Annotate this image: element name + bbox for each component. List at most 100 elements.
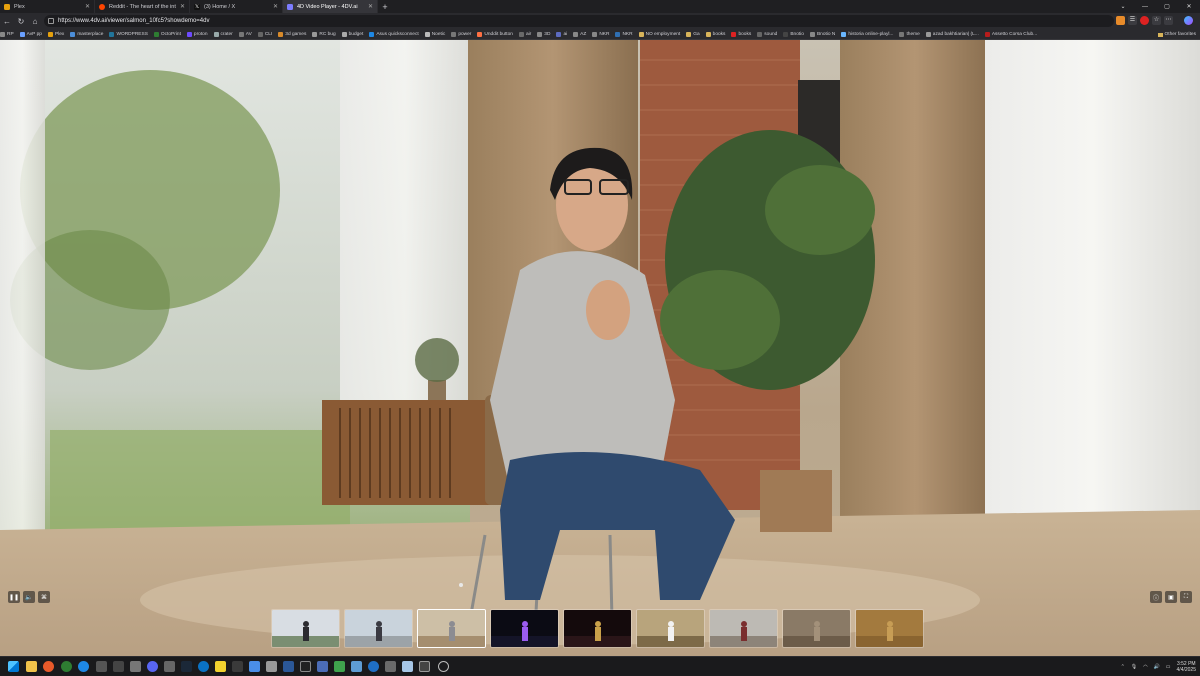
thumbnail-stage-dancer-purple[interactable] — [490, 609, 559, 648]
thumbnail-parking-lot[interactable] — [344, 609, 413, 648]
copilot-icon[interactable] — [1184, 16, 1193, 25]
close-icon[interactable]: ✕ — [180, 3, 185, 10]
bookmark-item[interactable]: NKR — [592, 31, 609, 37]
bookmark-item[interactable]: 3D — [537, 31, 550, 37]
thumbnail-courtyard-dancer[interactable] — [709, 609, 778, 648]
bookmark-item[interactable]: ai — [556, 31, 567, 37]
bookmark-item[interactable]: AZ — [573, 31, 586, 37]
tab-reddit[interactable]: Reddit - The heart of the internet ✕ — [95, 0, 190, 13]
favorites-icon[interactable]: ☆ — [1152, 16, 1161, 25]
tab-plex[interactable]: Plex ✕ — [0, 0, 95, 13]
bookmark-item[interactable]: Ga — [686, 31, 700, 37]
bookmark-item[interactable]: Assetto Corsa Club... — [984, 31, 1037, 37]
steam-icon[interactable] — [181, 661, 192, 672]
app-icon[interactable] — [215, 661, 226, 672]
bookmark-item[interactable]: books — [705, 31, 725, 37]
bookmark-item[interactable]: masterplace — [70, 31, 103, 37]
chevron-up-icon[interactable]: ⌃ — [1121, 664, 1125, 670]
camera-icon[interactable]: ▣ — [1165, 591, 1177, 603]
search-icon[interactable] — [43, 661, 54, 672]
close-window-icon[interactable]: ✕ — [1178, 0, 1200, 13]
thumbnail-library-dancer[interactable] — [636, 609, 705, 648]
bookmark-item[interactable]: NO employment — [638, 31, 680, 37]
xbox-icon[interactable] — [61, 661, 72, 672]
home-icon[interactable]: ⌂ — [28, 14, 42, 28]
app-icon[interactable] — [232, 661, 243, 672]
app-icon[interactable] — [96, 661, 107, 672]
thumbnail-musicians-stage[interactable] — [563, 609, 632, 648]
reading-list-icon[interactable]: ☰ — [1128, 16, 1137, 25]
thumbnail-dancers-outdoor[interactable] — [271, 609, 340, 648]
app-icon[interactable] — [368, 661, 379, 672]
battery-icon[interactable]: ▭ — [1166, 664, 1171, 670]
edge-icon[interactable] — [78, 661, 89, 672]
mic-icon[interactable]: 🎙 — [1131, 664, 1137, 670]
bookmark-item[interactable]: Asus quicksconnect — [369, 31, 419, 37]
chevron-down-icon[interactable]: ⌄ — [1112, 0, 1134, 13]
bookmark-item[interactable]: books — [731, 31, 751, 37]
other-favorites[interactable]: Other favorites — [1153, 29, 1196, 39]
minimize-icon[interactable]: — — [1134, 0, 1156, 13]
bookmark-item[interactable]: power — [451, 31, 471, 37]
app-icon[interactable] — [113, 661, 124, 672]
tab-x[interactable]: 𝕏 (3) Home / X ✕ — [190, 0, 283, 13]
bookmark-item[interactable]: air — [518, 31, 531, 37]
bookmark-item[interactable]: Unddit button — [477, 31, 513, 37]
bookmark-item[interactable]: AV — [238, 31, 252, 37]
discord-icon[interactable] — [147, 661, 158, 672]
bookmark-item[interactable]: azad bakhtiarian| (L... — [925, 31, 979, 37]
bookmark-item[interactable]: proton — [186, 31, 208, 37]
app-icon[interactable] — [385, 661, 396, 672]
bookmark-item[interactable]: theme — [899, 31, 920, 37]
app-icon[interactable] — [198, 661, 209, 672]
bookmark-item[interactable]: Bnotio N — [809, 31, 835, 37]
windows-start-icon[interactable] — [8, 661, 19, 672]
new-tab-button[interactable]: + — [378, 0, 392, 13]
video-viewport[interactable]: ❚❚ 🔈 ⌘ ⓘ ▣ ⛶ — [0, 40, 1200, 656]
bookmark-item[interactable]: Bnotio — [783, 31, 804, 37]
bookmark-item[interactable]: AvP pp — [19, 31, 42, 37]
close-icon[interactable]: ✕ — [368, 3, 373, 10]
settings-icon[interactable] — [438, 661, 449, 672]
app-icon[interactable] — [317, 661, 328, 672]
extension-icon[interactable] — [1116, 16, 1125, 25]
close-icon[interactable]: ✕ — [85, 3, 90, 10]
playhead-dot[interactable] — [459, 583, 463, 587]
pause-icon[interactable]: ❚❚ — [8, 591, 20, 603]
thumbnail-stone-sculpture[interactable] — [782, 609, 851, 648]
refresh-icon[interactable]: ↻ — [14, 14, 28, 28]
app-icon[interactable] — [266, 661, 277, 672]
bookmark-item[interactable]: Plex — [47, 31, 64, 37]
address-bar[interactable]: https://www.4dv.ai/viewer/salmon_10fc5?s… — [44, 15, 1114, 27]
bookmark-item[interactable]: Noetic — [424, 31, 445, 37]
bookmark-item[interactable]: historia online-playl... — [841, 31, 893, 37]
bookmark-item[interactable]: budget — [341, 31, 363, 37]
app-icon[interactable] — [351, 661, 362, 672]
bookmark-item[interactable]: NKR — [615, 31, 633, 37]
fullscreen-icon[interactable]: ⛶ — [1180, 591, 1192, 603]
thumbnail-golden-relief[interactable] — [855, 609, 924, 648]
menu-icon[interactable]: ⋯ — [1164, 16, 1173, 25]
bookmark-item[interactable]: RC bug — [312, 31, 336, 37]
extension-red-icon[interactable] — [1140, 16, 1149, 25]
bookmark-item[interactable]: sound — [757, 31, 777, 37]
wifi-icon[interactable]: ◠ — [1143, 664, 1147, 670]
clock[interactable]: 3:52 PM 4/4/2025 — [1177, 661, 1196, 673]
back-icon[interactable]: ← — [0, 14, 14, 28]
app-icon[interactable] — [334, 661, 345, 672]
app-icon[interactable] — [402, 661, 413, 672]
vr-icon[interactable]: ⌘ — [38, 591, 50, 603]
app-icon[interactable] — [419, 661, 430, 672]
bookmark-item[interactable]: RP — [0, 31, 14, 37]
tab-4dv-player[interactable]: 4D Video Player - 4DV.ai ✕ — [283, 0, 378, 13]
app-icon[interactable] — [249, 661, 260, 672]
app-icon[interactable] — [164, 661, 175, 672]
volume-icon[interactable]: 🔈 — [23, 591, 35, 603]
app-icon[interactable] — [283, 661, 294, 672]
bookmark-item[interactable]: WORDPRESS — [109, 31, 148, 37]
info-icon[interactable]: ⓘ — [1150, 591, 1162, 603]
bookmark-item[interactable]: crater — [213, 31, 233, 37]
thumbnail-living-room-speaker[interactable] — [417, 609, 486, 648]
speaker-icon[interactable]: 🔊 — [1154, 664, 1160, 670]
maximize-icon[interactable]: ▢ — [1156, 0, 1178, 13]
